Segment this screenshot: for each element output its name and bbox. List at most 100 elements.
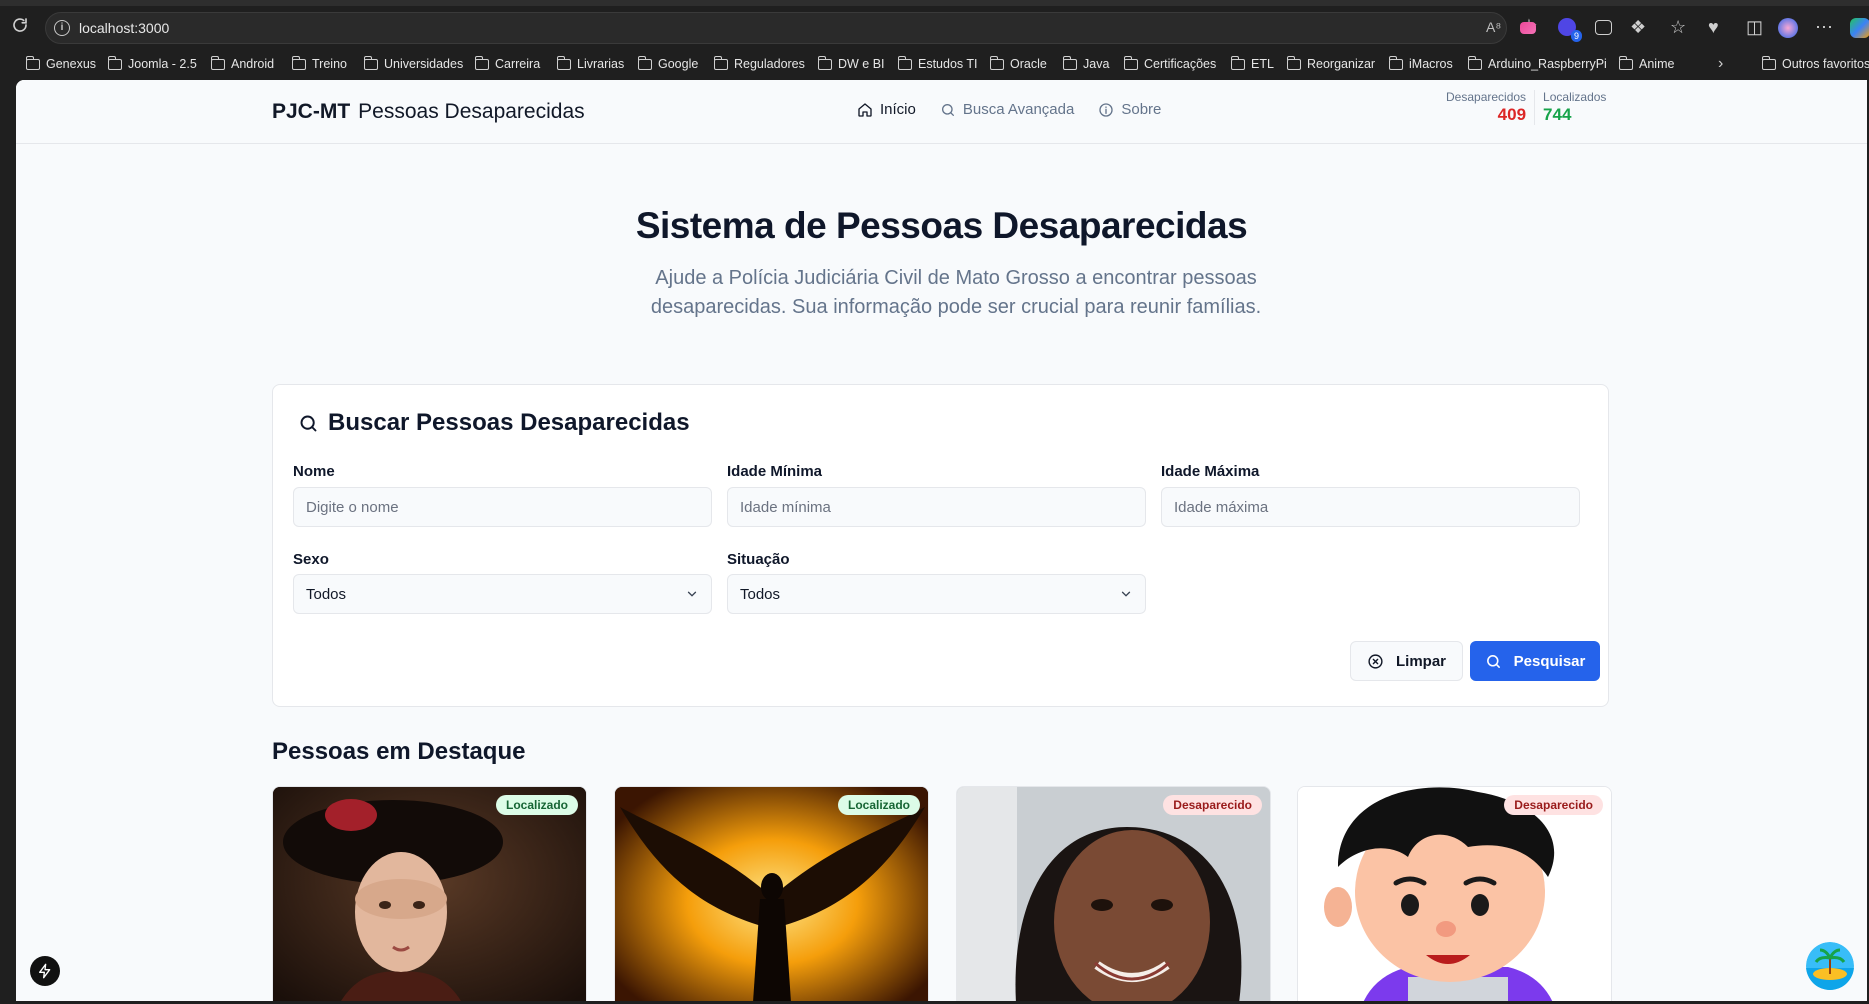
bookmark-folder-other[interactable]: Outros favoritos <box>1761 54 1869 74</box>
site-brand[interactable]: PJC-MT Pessoas Desaparecidas <box>272 100 585 124</box>
person-photo <box>273 787 586 1001</box>
folder-icon <box>713 55 728 70</box>
read-aloud-icon[interactable]: A⁸ <box>1486 19 1501 35</box>
stat-found-label: Localizados <box>1543 90 1607 104</box>
url-text[interactable]: localhost:3000 <box>79 20 169 36</box>
site-info-icon[interactable]: i <box>54 20 70 36</box>
bookmark-folder[interactable]: Oracle <box>989 54 1047 74</box>
extension-badge: 9 <box>1571 30 1583 42</box>
status-badge: Localizado <box>495 795 578 815</box>
folder-icon <box>474 55 489 70</box>
person-photo <box>957 787 1270 1001</box>
reload-icon[interactable] <box>11 16 29 34</box>
page-subtitle: Ajude a Polícia Judiciária Civil de Mato… <box>650 267 1262 318</box>
collections-icon[interactable]: ◫ <box>1746 17 1763 37</box>
nextjs-devtools-button[interactable] <box>30 956 60 986</box>
bookmark-folder[interactable]: Reorganizar <box>1286 54 1375 74</box>
bookmarks-overflow-chevron-icon[interactable]: › <box>1718 54 1723 74</box>
bookmark-folder[interactable]: Universidades <box>363 54 463 74</box>
chevron-down-icon <box>687 591 697 597</box>
sex-select-value: Todos <box>306 585 347 603</box>
extensions-puzzle-icon[interactable]: ❖ <box>1630 17 1646 37</box>
folder-icon <box>25 55 40 70</box>
bookmark-folder[interactable]: ETL <box>1230 54 1274 74</box>
max-age-input[interactable] <box>1161 487 1580 527</box>
page-viewport: PJC-MT Pessoas Desaparecidas Início Busca… <box>16 80 1867 1001</box>
status-badge: Localizado <box>837 795 920 815</box>
bookmark-folder[interactable]: Anime <box>1618 54 1674 74</box>
featured-section-title: Pessoas em Destaque <box>272 738 526 765</box>
bookmarks-bar: Genexus Joomla - 2.5 Android Treino Univ… <box>0 49 1869 80</box>
assistant-fab-icon[interactable] <box>1806 942 1854 990</box>
name-label: Nome <box>293 463 335 480</box>
sex-label: Sexo <box>293 551 329 568</box>
brand-long: Pessoas Desaparecidas <box>358 100 585 123</box>
person-photo <box>615 787 928 1001</box>
person-card[interactable]: Desaparecido <box>1297 786 1612 1001</box>
search-button[interactable]: Pesquisar <box>1470 641 1600 681</box>
copilot-icon[interactable] <box>1850 18 1869 38</box>
sex-select[interactable]: Todos <box>293 574 712 614</box>
main-nav: Início Busca Avançada Sobre <box>857 101 1161 118</box>
performance-icon[interactable]: ♥ <box>1708 17 1719 37</box>
island-icon <box>1806 942 1854 990</box>
brand-short: PJC-MT <box>272 100 351 123</box>
search-icon <box>300 415 317 431</box>
search-card-title: Buscar Pessoas Desaparecidas <box>298 409 690 437</box>
bookmark-folder[interactable]: Carreira <box>474 54 540 74</box>
browser-side-edge <box>0 80 16 1004</box>
page-title: Sistema de Pessoas Desaparecidas <box>635 205 1248 246</box>
devtools-extension-icon[interactable] <box>1595 20 1612 35</box>
bookmark-folder[interactable]: Arduino_RaspberryPi <box>1467 54 1607 74</box>
nav-sobre[interactable]: Sobre <box>1098 101 1161 118</box>
bookmark-folder[interactable]: Certificações <box>1123 54 1216 74</box>
folder-icon <box>1123 55 1138 70</box>
person-card[interactable]: Localizado <box>614 786 929 1001</box>
bookmark-folder[interactable]: DW e BI <box>817 54 885 74</box>
min-age-input[interactable] <box>727 487 1146 527</box>
bookmark-folder[interactable]: Treino <box>291 54 347 74</box>
status-label: Situação <box>727 551 790 568</box>
browser-toolbar: i localhost:3000 A⁸ ☆ 9 ❖ ☆ ♥ ◫ ⋯ <box>0 0 1869 49</box>
bookmark-folder[interactable]: Estudos TI <box>897 54 978 74</box>
bookmark-folder[interactable]: iMacros <box>1388 54 1453 74</box>
bookmark-folder[interactable]: Joomla - 2.5 <box>107 54 197 74</box>
search-icon <box>941 103 954 116</box>
clear-button[interactable]: Limpar <box>1350 641 1463 681</box>
max-age-label: Idade Máxima <box>1161 463 1260 480</box>
status-badge: Desaparecido <box>1504 795 1603 815</box>
info-icon <box>1099 102 1114 117</box>
more-menu-icon[interactable]: ⋯ <box>1815 17 1833 37</box>
person-card[interactable]: Desaparecido <box>956 786 1271 1001</box>
nav-busca-avancada[interactable]: Busca Avançada <box>940 101 1074 118</box>
home-icon <box>858 102 872 117</box>
site-header: PJC-MT Pessoas Desaparecidas Início Busca… <box>16 80 1867 144</box>
person-photo <box>1298 787 1611 1001</box>
stats-summary: Desaparecidos 409 Localizados 744 <box>1438 90 1614 125</box>
stat-missing-count: 409 <box>1497 105 1527 124</box>
bookmark-folder[interactable]: Android <box>210 54 274 74</box>
bookmark-folder[interactable]: Java <box>1062 54 1109 74</box>
folder-icon <box>1286 55 1301 70</box>
person-card[interactable]: Localizado <box>272 786 587 1001</box>
folder-icon <box>291 55 306 70</box>
profile-avatar-icon[interactable] <box>1778 18 1798 38</box>
bookmark-folder[interactable]: Google <box>637 54 698 74</box>
extension-pink-icon[interactable] <box>1520 22 1536 34</box>
bookmark-folder[interactable]: Livrarias <box>556 54 624 74</box>
favorites-icon[interactable]: ☆ <box>1670 17 1686 37</box>
folder-icon <box>1062 55 1077 70</box>
search-icon <box>1486 654 1500 668</box>
folder-icon <box>1230 55 1245 70</box>
folder-icon <box>556 55 571 70</box>
bookmark-folder[interactable]: Reguladores <box>713 54 805 74</box>
address-bar[interactable]: i localhost:3000 A⁸ ☆ <box>45 12 1538 44</box>
nav-inicio[interactable]: Início <box>857 101 916 118</box>
folder-icon <box>1388 55 1403 70</box>
bookmark-folder[interactable]: Genexus <box>25 54 96 74</box>
stat-missing-label: Desaparecidos <box>1446 90 1527 104</box>
status-select-value: Todos <box>740 585 781 603</box>
status-select[interactable]: Todos <box>727 574 1146 614</box>
chevron-down-icon <box>1121 591 1131 597</box>
name-input[interactable] <box>293 487 712 527</box>
